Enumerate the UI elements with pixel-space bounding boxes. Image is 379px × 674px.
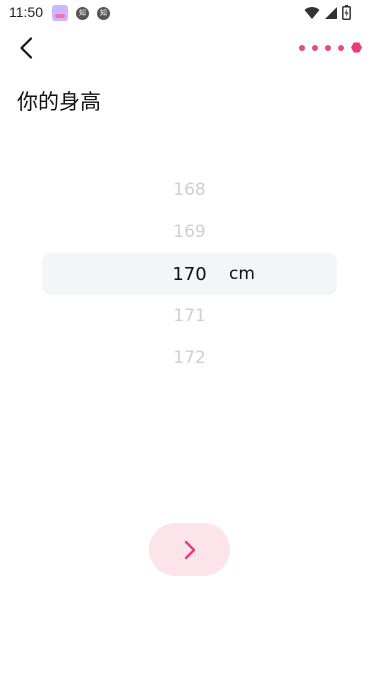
picker-option-selected[interactable]: 170 [42, 253, 337, 295]
zhihu-icon: 知 [97, 6, 110, 20]
battery-icon [342, 5, 351, 20]
progress-dot [299, 44, 305, 51]
picker-option[interactable]: 172 [42, 337, 337, 379]
progress-dot [312, 44, 318, 51]
picker-option[interactable]: 169 [42, 211, 337, 253]
picker-option[interactable]: 168 [42, 169, 337, 211]
progress-dot-current [351, 42, 362, 53]
picker-option[interactable]: 171 [42, 295, 337, 337]
signal-icon [325, 6, 337, 19]
app-icon [52, 5, 68, 21]
back-button[interactable] [12, 33, 40, 63]
progress-dot [338, 44, 344, 51]
next-button[interactable] [149, 523, 230, 576]
page-title: 你的身高 [17, 90, 101, 114]
zhihu-icon: 知 [76, 6, 89, 20]
progress-dot [325, 44, 331, 51]
wifi-icon [304, 6, 320, 19]
system-icons [304, 5, 351, 20]
step-progress-indicator [299, 42, 362, 53]
notification-icons: 知 知 [52, 5, 110, 21]
height-picker[interactable]: 168 169 170 171 172 cm [42, 168, 337, 380]
screen: 11:50 知 知 你的身高 168 169 170 171 172 cm [0, 0, 379, 674]
status-bar: 11:50 知 知 [0, 0, 379, 26]
chevron-right-icon [184, 540, 195, 559]
status-time: 11:50 [9, 4, 43, 20]
picker-unit-label: cm [229, 264, 255, 284]
chevron-left-icon [20, 37, 33, 59]
